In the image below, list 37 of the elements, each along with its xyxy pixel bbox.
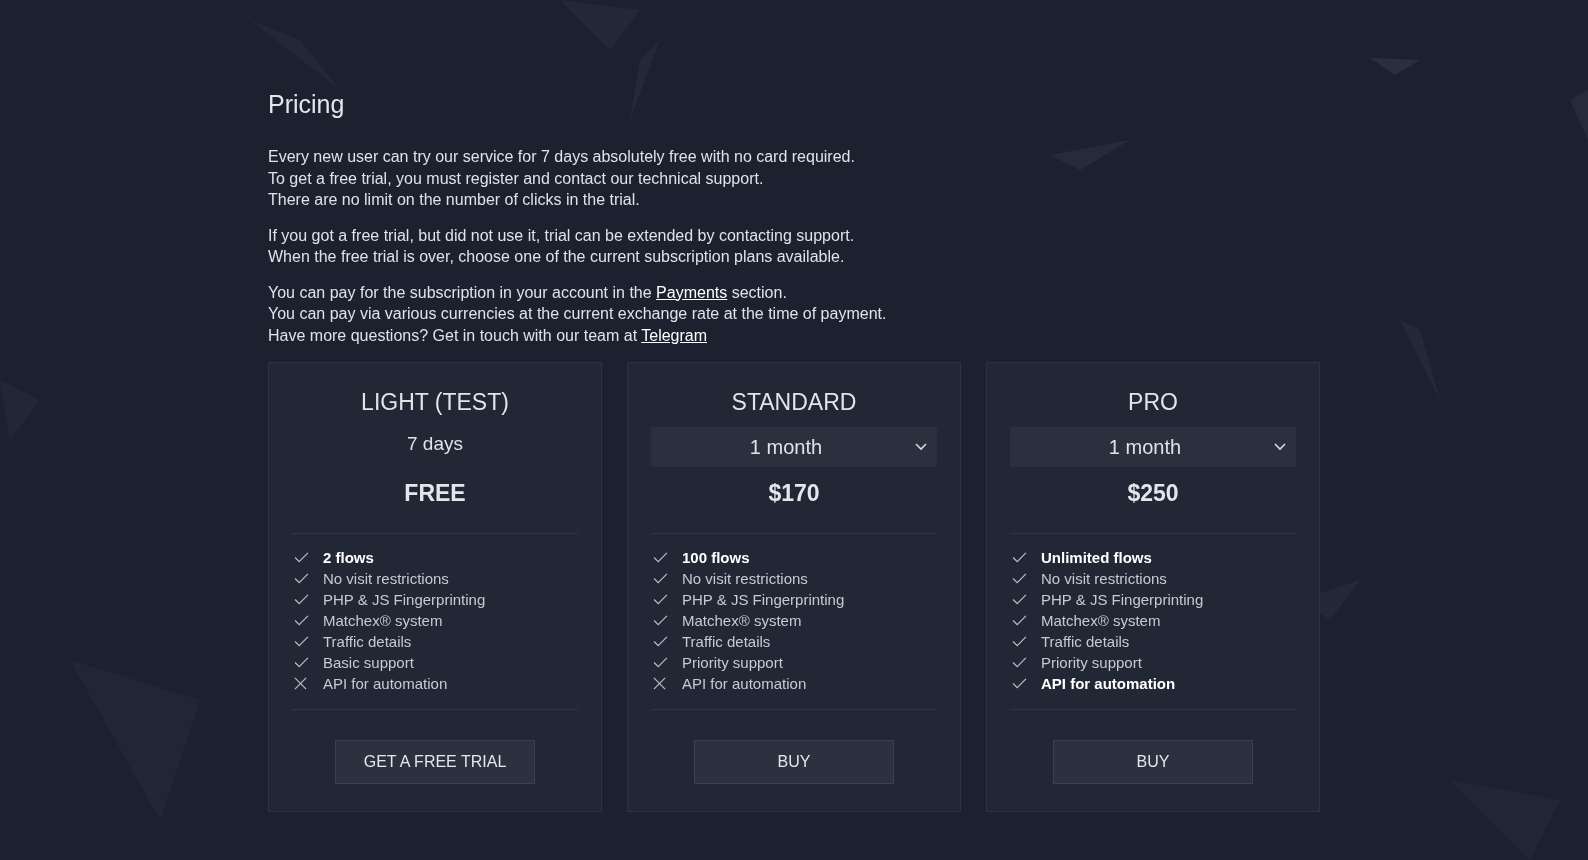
feature-text: 100 flows (682, 548, 750, 568)
body-text: If you got a free trial, but did not use it, trial can be extended by contacting support. (268, 225, 856, 246)
plan-name: PRO (1127, 388, 1179, 417)
feature-text: No visit restrictions (1041, 569, 1167, 589)
plan-price: FREE (403, 479, 467, 508)
body-text: Every new user can try our service for 7 days absolutely free with no card required. (268, 147, 856, 167)
feature-text: Priority support (1041, 653, 1142, 673)
feature-text: Traffic details (323, 632, 412, 652)
plan-price: $170 (767, 479, 821, 508)
feature-text: No visit restrictions (323, 569, 449, 589)
feature-text: PHP & JS Fingerprinting (323, 590, 486, 610)
body-text: To get a free trial, you must register and contact our technical support. (268, 168, 765, 189)
body-text: You can pay for the subscription in your account in the Payments section. (268, 282, 788, 303)
feature-text: API for automation (1041, 674, 1176, 694)
feature-text: 2 flows (323, 548, 374, 568)
feature-text: Priority support (682, 653, 783, 673)
feature-text: API for automation (682, 674, 807, 694)
feature-text: Matchex® system (323, 611, 443, 631)
feature-text: Unlimited flows (1041, 548, 1152, 568)
plan-period: 7 days (406, 432, 464, 456)
feature-text: No visit restrictions (682, 569, 808, 589)
plan-name: LIGHT (TEST) (360, 388, 510, 417)
feature-text: Traffic details (682, 632, 771, 652)
feature-text: Matchex® system (1041, 611, 1161, 631)
feature-text: Basic support (323, 653, 414, 673)
feature-text: Traffic details (1041, 632, 1130, 652)
feature-text: Matchex® system (682, 611, 802, 631)
body-text: There are no limit on the number of clicks in the trial. (268, 190, 641, 210)
feature-text: PHP & JS Fingerprinting (1041, 590, 1204, 610)
page-title: Pricing (268, 89, 346, 120)
body-text: You can pay via various currencies at the current exchange rate at the time of payment. (268, 304, 888, 324)
body-text: When the free trial is over, choose one of the current subscription plans available. (268, 247, 846, 267)
feature-text: PHP & JS Fingerprinting (682, 590, 845, 610)
feature-text: API for automation (323, 674, 448, 694)
body-text: Have more questions? Get in touch with our team at Telegram (268, 325, 709, 346)
plan-price: $250 (1126, 479, 1180, 508)
plan-name: STANDARD (730, 388, 858, 417)
